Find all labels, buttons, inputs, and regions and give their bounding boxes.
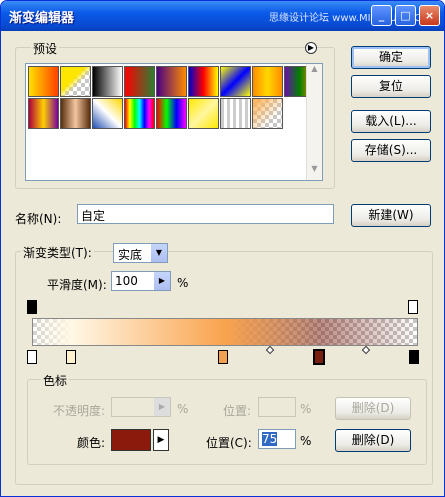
position-unit-2: % — [300, 434, 312, 448]
preset-swatch[interactable] — [124, 98, 155, 129]
smoothness-label: 平滑度(M): — [47, 278, 107, 292]
load-button[interactable]: 载入(L)... — [351, 110, 431, 133]
opacity-input[interactable]: ▶ — [111, 397, 171, 417]
color-stop-end[interactable] — [409, 350, 419, 364]
position-label-1: 位置: — [223, 404, 252, 418]
slider-arrow-icon: ▶ — [154, 398, 170, 416]
preset-swatch[interactable] — [92, 66, 123, 97]
preset-swatch[interactable] — [92, 98, 123, 129]
gradient-type-label: 渐变类型(T): — [21, 244, 94, 261]
scroll-up-icon[interactable]: ▲ — [307, 64, 322, 80]
delete-button-1[interactable]: 删除(D) — [335, 397, 411, 420]
gradient-editor-window: 渐变编辑器 思缘设计论坛 www.MISSYUAN.COM _ □ × 预设 ▶… — [0, 0, 445, 497]
preset-swatch[interactable] — [188, 66, 219, 97]
color-stops-group — [27, 379, 427, 465]
color-menu-arrow-icon[interactable]: ▶ — [153, 429, 169, 451]
gradient-fill — [33, 319, 417, 345]
scroll-down-icon[interactable]: ▼ — [307, 164, 322, 180]
gradient-bar[interactable] — [32, 318, 418, 346]
close-icon[interactable]: × — [419, 5, 440, 26]
save-button[interactable]: 存储(S)... — [351, 139, 431, 162]
preset-swatch[interactable] — [188, 98, 219, 129]
name-label: 名称(N): — [15, 212, 62, 226]
preset-swatch[interactable] — [156, 66, 187, 97]
preset-swatch[interactable] — [60, 98, 91, 129]
name-input[interactable]: 自定 — [77, 204, 334, 224]
opacity-unit: % — [177, 402, 189, 416]
color-stop-1[interactable] — [66, 350, 76, 364]
preset-swatch[interactable] — [60, 66, 91, 97]
position-unit-1: % — [300, 402, 312, 416]
gradient-type-value: 实底 — [118, 248, 143, 262]
position-value: 75 — [262, 432, 278, 446]
smoothness-unit: % — [177, 276, 189, 290]
color-label: 颜色: — [77, 436, 106, 450]
smoothness-input[interactable]: 100 ▶ — [111, 271, 171, 291]
delete-button-2[interactable]: 删除(D) — [335, 429, 411, 452]
minimize-icon[interactable]: _ — [371, 5, 392, 26]
presets-label: 预设 — [31, 40, 60, 57]
preset-swatch[interactable] — [220, 66, 251, 97]
position-input-2[interactable]: 75 — [258, 429, 296, 449]
color-stop-0[interactable] — [27, 350, 37, 364]
slider-arrow-icon[interactable]: ▶ — [154, 272, 170, 290]
new-button[interactable]: 新建(W) — [351, 204, 431, 227]
preset-swatch[interactable] — [220, 98, 251, 129]
preset-swatch[interactable] — [28, 98, 59, 129]
gradient-type-select[interactable]: 实底 ▼ — [113, 243, 168, 263]
opacity-stop-right[interactable] — [408, 300, 418, 314]
preset-list: ▲ ▼ — [25, 63, 323, 181]
opacity-label: 不透明度: — [53, 404, 106, 418]
reset-button[interactable]: 复位 — [351, 75, 431, 98]
preset-swatch[interactable] — [252, 98, 283, 129]
position-input-1[interactable] — [258, 397, 296, 417]
position-label-2: 位置(C): — [206, 436, 252, 450]
circle-arrow-right-icon[interactable]: ▶ — [305, 42, 317, 54]
ok-button[interactable]: 确定 — [351, 46, 431, 69]
chevron-down-icon[interactable]: ▼ — [151, 244, 167, 262]
title-bar[interactable]: 渐变编辑器 思缘设计论坛 www.MISSYUAN.COM _ □ × — [1, 1, 444, 31]
maximize-icon[interactable]: □ — [395, 5, 416, 26]
preset-swatch[interactable] — [156, 98, 187, 129]
color-swatch[interactable] — [111, 429, 151, 451]
preset-swatch[interactable] — [28, 66, 59, 97]
preset-swatch[interactable] — [124, 66, 155, 97]
window-title: 渐变编辑器 — [9, 11, 75, 26]
color-stop-selected[interactable] — [313, 349, 325, 365]
color-stop-2[interactable] — [218, 350, 228, 364]
smoothness-value: 100 — [115, 274, 138, 288]
scrollbar[interactable]: ▲ ▼ — [306, 64, 322, 180]
opacity-stop-left[interactable] — [27, 300, 37, 314]
preset-swatch[interactable] — [252, 66, 283, 97]
color-stops-label: 色标 — [41, 372, 70, 389]
